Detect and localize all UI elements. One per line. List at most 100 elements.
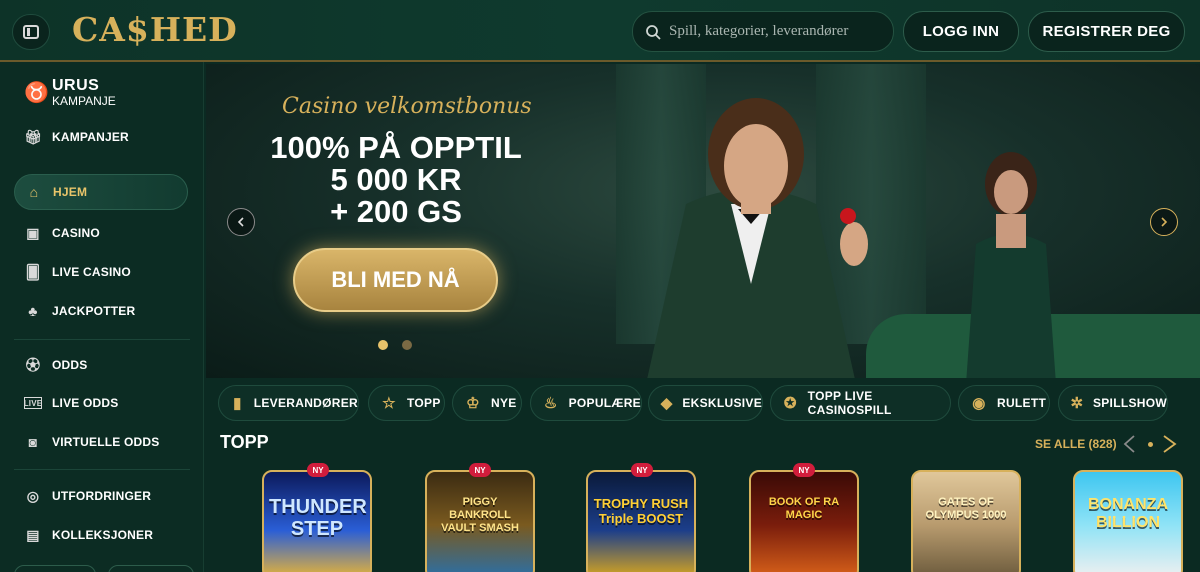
hero-banner[interactable]: Casino velkomstbonus 100% PÅ OPPTIL 5 00… <box>206 64 1200 378</box>
sidebar-item-label: CASINO <box>52 226 100 240</box>
game-card-gates-of-olympus[interactable]: GATES OF OLYMPUS 1000 <box>911 470 1021 572</box>
roulette-icon: ◉ <box>972 395 986 412</box>
chip-nye[interactable]: ♔ NYE <box>452 385 522 421</box>
cards-icon: 🂠︎ <box>25 263 41 280</box>
chip-topp-live-casinospill[interactable]: ✪ TOPP LIVE CASINOSPILL <box>770 385 951 421</box>
home-icon: ⌂ <box>29 184 39 200</box>
host-man-image <box>647 98 868 378</box>
sidebar-item-casino[interactable]: ▣ CASINO <box>14 215 188 251</box>
chip-topp[interactable]: ☆ TOPP <box>368 385 445 421</box>
bull-icon: ♉ <box>24 82 49 104</box>
chip-label: POPULÆRE <box>568 396 641 410</box>
game-title: BOOK OF RA MAGIC <box>768 496 840 521</box>
section-prev-button[interactable] <box>1120 433 1142 460</box>
sidebar-item-hjem[interactable]: ⌂ HJEM <box>14 174 188 210</box>
sidebar-toggle-button[interactable] <box>12 14 50 50</box>
sidebar-item-live-odds[interactable]: LIVE LIVE ODDS <box>14 385 188 421</box>
promo-line-1: 100% PÅ OPPTIL <box>270 130 522 165</box>
game-card-piggy-bankroll[interactable]: PIGGY BANKROLL VAULT SMASH <box>425 470 535 572</box>
clover-icon: ♣ <box>28 303 38 319</box>
chip-rulett[interactable]: ◉ RULETT <box>958 385 1050 421</box>
register-button[interactable]: REGISTRER DEG <box>1028 11 1185 52</box>
sidebar-divider <box>14 339 190 340</box>
star-icon: ☆ <box>382 395 396 412</box>
live-icon: LIVE <box>23 397 43 409</box>
chevron-left-icon <box>237 217 244 227</box>
top-header: CA$HED LOGG INN REGISTRER DEG <box>0 0 1200 62</box>
sidebar-item-label: JACKPOTTER <box>52 304 136 318</box>
chevron-right-icon <box>1163 435 1177 453</box>
new-badge: NY <box>631 463 653 477</box>
chip-label: NYE <box>491 396 517 410</box>
promo-line-3: + 200 GS <box>330 194 462 229</box>
see-all-link[interactable]: SE ALLE (828) <box>1035 437 1117 451</box>
new-badge: NY <box>793 463 815 477</box>
search-input[interactable] <box>669 23 879 40</box>
promo-line-2: 5 000 KR <box>330 162 462 197</box>
section-title: TOPP <box>220 432 269 452</box>
promo-title: URUS <box>52 77 100 94</box>
join-now-button[interactable]: BLI MED NÅ <box>293 248 498 312</box>
chip-populaere[interactable]: ♨ POPULÆRE <box>530 385 642 421</box>
game-card-thunder-step[interactable]: THUNDER STEP <box>262 470 372 572</box>
chip-spillshow[interactable]: ✲ SPILLSHOW <box>1058 385 1168 421</box>
promo-subtitle: KAMPANJE <box>52 94 116 108</box>
sidebar-promo-urus[interactable]: ♉ URUS KAMPANJE <box>24 77 116 109</box>
sidebar-item-virtuelle-odds[interactable]: ◙ VIRTUELLE ODDS <box>14 424 188 460</box>
crown-icon: ♔ <box>466 395 480 412</box>
sidebar-item-live-casino[interactable]: 🂠︎ LIVE CASINO <box>14 254 188 290</box>
chip-label: SPILLSHOW <box>1092 396 1167 410</box>
section-next-button[interactable] <box>1158 433 1180 460</box>
sidebar-item-label: HJEM <box>53 185 88 199</box>
game-title: THUNDER STEP <box>269 496 367 540</box>
carousel-dot[interactable] <box>402 340 412 350</box>
album-icon: ▤ <box>26 526 40 543</box>
sidebar-item-label: LIVE CASINO <box>52 265 131 279</box>
sidebar-item-jackpotter[interactable]: ♣ JACKPOTTER <box>14 293 188 329</box>
banner-next-button[interactable] <box>1150 208 1178 236</box>
carousel-dot-active[interactable] <box>378 340 388 350</box>
sidebar-item-label: KAMPANJER <box>52 130 129 144</box>
chip-eksklusive[interactable]: ◆ EKSKLUSIVE <box>648 385 763 421</box>
new-badge: NY <box>307 463 329 477</box>
logo[interactable]: CA$HED <box>72 10 238 49</box>
chevron-right-icon <box>1161 217 1168 227</box>
medal-icon: ✪ <box>783 395 797 412</box>
search-icon <box>646 24 661 40</box>
sidebar-bottom-button-right[interactable] <box>108 565 194 572</box>
wheel-icon: ✲ <box>1070 395 1084 412</box>
game-card-bonanza-billion[interactable]: BONANZA BILLION <box>1073 470 1183 572</box>
chevron-left-icon <box>1123 435 1135 453</box>
sidebar-item-odds[interactable]: ⚽︎ ODDS <box>14 347 188 383</box>
flame-icon: ♨ <box>543 395 558 412</box>
banner-prev-button[interactable] <box>227 208 255 236</box>
chip-leverandorer[interactable]: ▮ LEVERANDØRER <box>218 385 359 421</box>
chip-label: TOPP <box>407 396 441 410</box>
sidebar-toggle-icon <box>23 25 39 39</box>
virtual-ball-icon: ◙ <box>28 434 38 450</box>
target-icon: ◎ <box>26 487 40 504</box>
sidebar-item-kolleksjoner[interactable]: ▤ KOLLEKSJONER <box>14 517 188 553</box>
sidebar-item-label: LIVE ODDS <box>52 396 119 410</box>
game-title: BONANZA BILLION <box>1088 496 1168 531</box>
game-title: GATES OF OLYMPUS 1000 <box>925 496 1007 521</box>
login-button[interactable]: LOGG INN <box>903 11 1019 52</box>
promo-script-title: Casino velkomstbonus <box>282 94 532 119</box>
chip-label: EKSKLUSIVE <box>682 396 762 410</box>
game-title: TROPHY RUSH Triple BOOST <box>593 496 689 526</box>
slot-icon: ▣ <box>26 224 40 241</box>
game-card-trophy-rush[interactable]: TROPHY RUSH Triple BOOST <box>586 470 696 572</box>
game-card-book-of-ra[interactable]: BOOK OF RA MAGIC <box>749 470 859 572</box>
sidebar-item-utfordringer[interactable]: ◎ UTFORDRINGER <box>14 478 188 514</box>
sidebar-bottom-button-left[interactable] <box>14 565 96 572</box>
chip-label: LEVERANDØRER <box>253 396 358 410</box>
sidebar: ♉ URUS KAMPANJE 🎁︎ KAMPANJER ⌂ HJEM ▣ CASIN… <box>0 62 204 572</box>
diamond-icon: ◆ <box>660 395 673 412</box>
sidebar-divider <box>14 469 190 470</box>
search-bar[interactable] <box>632 11 894 52</box>
dealer-woman-image <box>966 152 1056 378</box>
sidebar-item-label: KOLLEKSJONER <box>52 528 154 542</box>
sidebar-item-kampanjer[interactable]: 🎁︎ KAMPANJER <box>14 119 188 155</box>
sidebar-item-label: VIRTUELLE ODDS <box>52 435 160 449</box>
book-icon: ▮ <box>233 395 242 412</box>
